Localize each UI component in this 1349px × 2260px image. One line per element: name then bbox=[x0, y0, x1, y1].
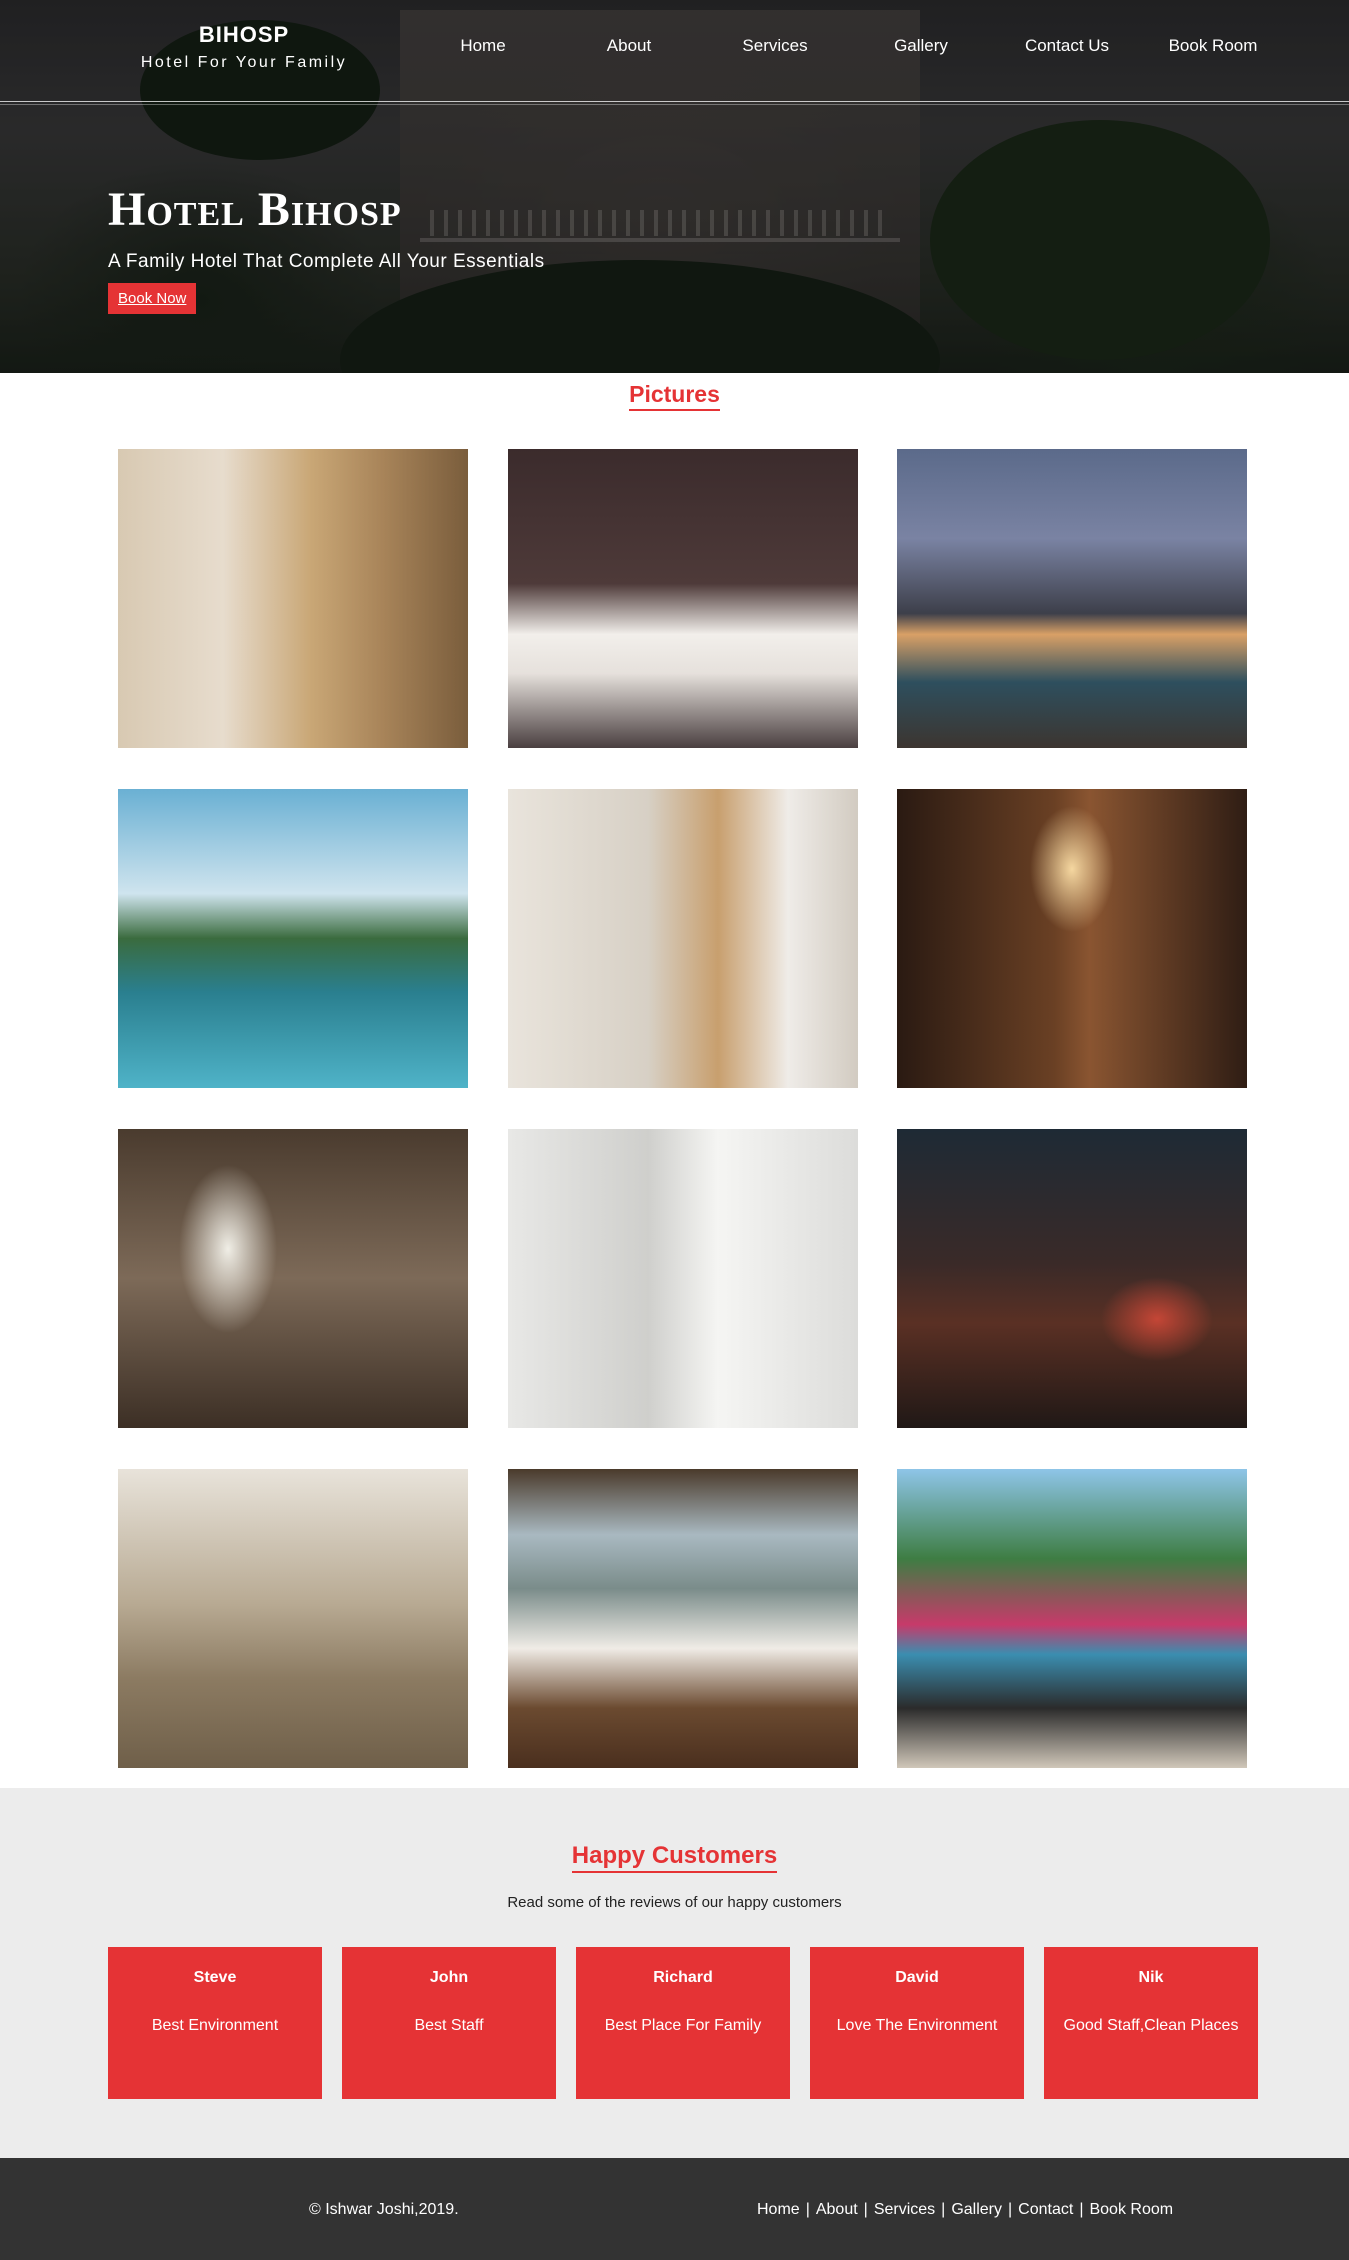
reviewer-name: Steve bbox=[193, 1969, 237, 1986]
gallery-image-poolside-breakfast[interactable] bbox=[897, 1469, 1247, 1768]
top-navbar: BIHOSP Hotel For Your Family Home About … bbox=[0, 0, 1349, 105]
gallery-image-pool-night[interactable] bbox=[897, 449, 1247, 748]
nav-gallery[interactable]: Gallery bbox=[848, 36, 994, 56]
reviewer-name: Nik bbox=[1138, 1969, 1164, 1986]
nav-book-room[interactable]: Book Room bbox=[1140, 36, 1286, 56]
review-card: Nik Good Staff,Clean Places bbox=[1044, 1947, 1258, 2099]
reviewer-name: John bbox=[429, 1969, 469, 1986]
happy-customers-section: Happy Customers Read some of the reviews… bbox=[0, 1788, 1349, 2158]
brand[interactable]: BIHOSP Hotel For Your Family bbox=[128, 22, 360, 72]
nav-about[interactable]: About bbox=[556, 36, 702, 56]
pictures-heading-text: Pictures bbox=[629, 381, 720, 411]
nav-services[interactable]: Services bbox=[702, 36, 848, 56]
gallery-image-towel-swan[interactable] bbox=[118, 1469, 468, 1768]
footer-link-about[interactable]: About bbox=[816, 2201, 858, 2219]
site-footer: © Ishwar Joshi,2019. Home | About | Servic… bbox=[0, 2158, 1349, 2260]
footer-separator: | bbox=[1079, 2201, 1084, 2218]
footer-link-book-room[interactable]: Book Room bbox=[1089, 2201, 1173, 2219]
footer-separator: | bbox=[941, 2201, 946, 2218]
gallery-image-restaurant[interactable] bbox=[897, 1129, 1247, 1428]
brand-tagline: Hotel For Your Family bbox=[140, 54, 348, 71]
brand-name: BIHOSP bbox=[198, 22, 290, 47]
review-text: Best Place For Family bbox=[604, 2017, 762, 2034]
gallery-image-door-room[interactable] bbox=[118, 449, 468, 748]
footer-link-contact[interactable]: Contact bbox=[1018, 2201, 1073, 2219]
hero-banner: BIHOSP Hotel For Your Family Home About … bbox=[0, 0, 1349, 373]
review-text: Best Environment bbox=[151, 2017, 279, 2034]
happy-customers-heading-text: Happy Customers bbox=[571, 1842, 778, 1873]
gallery-image-bathroom[interactable] bbox=[508, 1129, 858, 1428]
gallery-image-room-modern[interactable] bbox=[508, 789, 858, 1088]
copyright-text: © Ishwar Joshi,2019. bbox=[309, 2201, 459, 2218]
review-card: Richard Best Place For Family bbox=[576, 1947, 790, 2099]
hero-text: Hotel Bihosp A Family Hotel That Complet… bbox=[108, 182, 545, 314]
footer-link-gallery[interactable]: Gallery bbox=[951, 2201, 1002, 2219]
pictures-heading: Pictures bbox=[0, 381, 1349, 411]
footer-separator: | bbox=[1008, 2201, 1013, 2218]
gallery-image-dining-view[interactable] bbox=[508, 1469, 858, 1768]
footer-separator: | bbox=[805, 2201, 810, 2218]
review-card: David Love The Environment bbox=[810, 1947, 1024, 2099]
review-card: John Best Staff bbox=[342, 1947, 556, 2099]
gallery-image-bedroom[interactable] bbox=[508, 449, 858, 748]
review-text: Best Staff bbox=[414, 2017, 484, 2034]
happy-customers-subtitle: Read some of the reviews of our happy cu… bbox=[507, 1894, 842, 1911]
gallery-image-pool-day[interactable] bbox=[118, 789, 468, 1088]
main-menu: Home About Services Gallery Contact Us B… bbox=[410, 36, 1286, 56]
review-text: Good Staff,Clean Places bbox=[1063, 2017, 1239, 2034]
book-now-button[interactable]: Book Now bbox=[108, 283, 197, 314]
reviewer-name: Richard bbox=[653, 1969, 713, 1986]
reviewer-name: David bbox=[895, 1969, 939, 1986]
footer-link-services[interactable]: Services bbox=[874, 2201, 935, 2219]
happy-customers-heading: Happy Customers bbox=[0, 1842, 1349, 1873]
review-cards: Steve Best Environment John Best Staff R… bbox=[108, 1947, 1258, 2099]
gallery-image-hallway[interactable] bbox=[897, 789, 1247, 1088]
nav-contact-us[interactable]: Contact Us bbox=[994, 36, 1140, 56]
gallery-image-canopy-bed[interactable] bbox=[118, 1129, 468, 1428]
footer-link-home[interactable]: Home bbox=[757, 2201, 800, 2219]
hero-title: Hotel Bihosp bbox=[108, 183, 402, 236]
review-text: Love The Environment bbox=[836, 2017, 998, 2034]
hero-subtitle: A Family Hotel That Complete All Your Es… bbox=[108, 251, 545, 272]
nav-home[interactable]: Home bbox=[410, 36, 556, 56]
footer-separator: | bbox=[863, 2201, 868, 2218]
review-card: Steve Best Environment bbox=[108, 1947, 322, 2099]
footer-links: Home | About | Services | Gallery | Contact |… bbox=[757, 2201, 1173, 2219]
